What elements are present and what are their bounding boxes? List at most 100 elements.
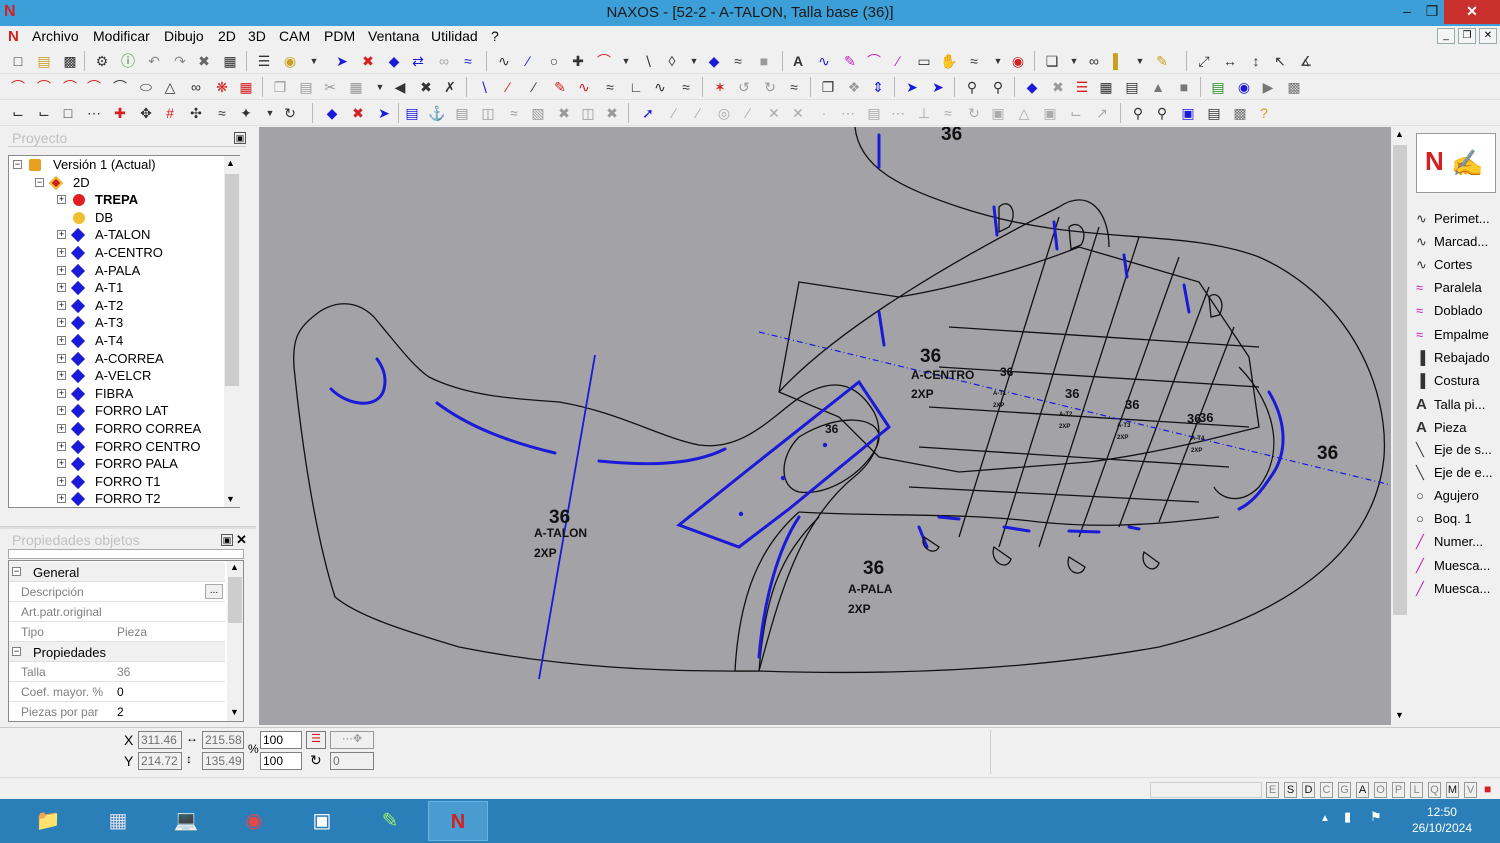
hash-icon[interactable]: # xyxy=(162,105,178,121)
arc-tool-5-icon[interactable]: ⌒ xyxy=(112,79,128,95)
arc-tool-2-icon[interactable]: ⌒ xyxy=(36,79,52,95)
dimension-diagonal-icon[interactable]: ⤢ xyxy=(1196,53,1212,69)
snap-dash-icon[interactable]: ⋯ xyxy=(890,105,906,121)
document-logo-icon[interactable]: N xyxy=(8,28,19,45)
status-flag-g[interactable]: G xyxy=(1338,782,1351,798)
tree-expander-icon[interactable]: + xyxy=(57,441,66,451)
calculator-icon[interactable]: ▦ xyxy=(88,801,148,841)
snap-angle-icon[interactable]: △ xyxy=(1016,105,1032,121)
y-coordinate-field[interactable]: 214.72 xyxy=(138,752,182,770)
tree-expander-icon[interactable]: + xyxy=(57,318,66,328)
zoom-window-icon[interactable]: ⚲ xyxy=(1130,105,1146,121)
pin-properties-icon[interactable]: ▣ xyxy=(221,534,233,546)
dropdown-arrow-icon[interactable]: ▼ xyxy=(618,53,634,69)
x-coordinate-field[interactable]: 311.46 xyxy=(138,731,182,749)
scroll-down-icon[interactable]: ▼ xyxy=(230,707,239,717)
scroll-thumb[interactable] xyxy=(1393,145,1407,615)
canvas-scrollbar[interactable]: ▲ ▼ xyxy=(1392,127,1408,725)
piezas-row[interactable]: Piezas por par 2 xyxy=(9,702,225,721)
snap-corner-icon[interactable]: ⌙ xyxy=(1068,105,1084,121)
snap-circle-icon[interactable]: ◎ xyxy=(716,105,732,121)
mirror-icon[interactable]: ⇄ xyxy=(410,53,426,69)
vertex-icon[interactable]: ◆ xyxy=(706,53,722,69)
status-flag-v[interactable]: V xyxy=(1464,782,1477,798)
right-tool-item[interactable]: ∿ Marcad... xyxy=(1416,234,1488,254)
rectangle-icon[interactable]: ▭ xyxy=(916,53,932,69)
tree-expander-icon[interactable]: + xyxy=(57,406,66,416)
view-icon[interactable]: ▶ xyxy=(1260,79,1276,95)
align-icon[interactable]: ◀ xyxy=(392,79,408,95)
new-file-icon[interactable]: □ xyxy=(10,53,26,69)
collapse-icon[interactable]: − xyxy=(12,567,21,576)
restore-button[interactable]: ❐ xyxy=(1422,0,1442,24)
piece-cut-icon[interactable]: ✖ xyxy=(1050,79,1066,95)
dropdown-arrow-icon[interactable]: ▼ xyxy=(1132,53,1148,69)
dimension-vertical-icon[interactable]: ↕ xyxy=(1248,53,1264,69)
right-tool-item[interactable]: ∿ Perimet... xyxy=(1416,211,1490,231)
fill-icon[interactable]: ■ xyxy=(756,53,772,69)
right-tool-item[interactable]: ≈ Doblado xyxy=(1416,303,1482,323)
tree-scrollbar[interactable]: ▲ ▼ xyxy=(224,156,240,507)
palette-icon[interactable]: ◉ xyxy=(282,53,298,69)
tree-expander-icon[interactable]: − xyxy=(13,160,22,169)
right-tool-item[interactable]: A Pieza xyxy=(1416,419,1467,439)
split-view-icon[interactable]: ◫ xyxy=(480,105,496,121)
fillet-icon[interactable]: ⌒ xyxy=(866,53,882,69)
deform-icon[interactable]: ≈ xyxy=(786,79,802,95)
menu-2d[interactable]: 2D xyxy=(218,28,236,44)
diagonal-icon[interactable]: ∖ xyxy=(640,53,656,69)
plot-icon[interactable]: ▤ xyxy=(1124,79,1140,95)
point-icon[interactable]: ◆ xyxy=(386,53,402,69)
clear-icon[interactable]: ✖ xyxy=(604,105,620,121)
tree-expander-icon[interactable]: + xyxy=(57,371,66,381)
coef-row[interactable]: Coef. mayor. % 0 xyxy=(9,682,225,702)
remove-icon[interactable]: ✖ xyxy=(360,53,376,69)
snap-line-icon[interactable]: ∕ xyxy=(666,105,682,121)
scale-x-field[interactable]: 100 xyxy=(260,731,302,749)
arc-tool-4-icon[interactable]: ⌒ xyxy=(86,79,102,95)
hatch-icon[interactable]: ▧ xyxy=(530,105,546,121)
tree-expander-icon[interactable]: + xyxy=(57,300,66,310)
node-icon[interactable]: ◊ xyxy=(664,53,680,69)
align-pieces-icon[interactable]: ◆ xyxy=(324,105,340,121)
highlight-icon[interactable]: ✎ xyxy=(1154,53,1170,69)
loop-icon[interactable]: ∞ xyxy=(188,79,204,95)
general-section[interactable]: − General xyxy=(9,562,225,582)
pin-icon[interactable]: ➚ xyxy=(640,105,656,121)
printer-icon[interactable]: ▩ xyxy=(1232,105,1248,121)
tree-expander-icon[interactable]: + xyxy=(57,388,66,398)
measure-icon[interactable]: ∞ xyxy=(436,53,452,69)
tree-expander-icon[interactable]: + xyxy=(57,265,66,275)
menu-ventana[interactable]: Ventana xyxy=(368,28,419,44)
clock[interactable]: 12:50 26/10/2024 xyxy=(1412,804,1472,836)
status-flag-d[interactable]: D xyxy=(1302,782,1315,798)
line-style-icon[interactable]: ☰ xyxy=(306,731,326,749)
right-tool-item[interactable]: ╲ Eje de e... xyxy=(1416,465,1493,485)
status-flag-c[interactable]: C xyxy=(1320,782,1333,798)
coef-value[interactable]: 0 xyxy=(117,685,124,699)
document-icon[interactable]: ▤ xyxy=(404,105,420,121)
undo-icon[interactable]: ↶ xyxy=(146,53,162,69)
tree-expander-icon[interactable]: + xyxy=(57,248,66,257)
snap-mid-icon[interactable]: ∕ xyxy=(740,105,756,121)
dimension-angle-icon[interactable]: ∡ xyxy=(1298,53,1314,69)
rotate-ccw-icon[interactable]: ↺ xyxy=(736,79,752,95)
step-icon[interactable]: ∟ xyxy=(628,79,644,95)
circle-icon[interactable]: ○ xyxy=(546,53,562,69)
right-tool-item[interactable]: ╱ Numer... xyxy=(1416,534,1483,554)
computer-icon[interactable]: 💻 xyxy=(156,801,216,841)
center-icon[interactable]: ✣ xyxy=(188,105,204,121)
shape-icon[interactable]: ▲ xyxy=(1150,79,1166,95)
talla-row[interactable]: Talla 36 xyxy=(9,662,225,682)
rotation-field[interactable]: 0 xyxy=(330,752,374,770)
talla-value[interactable]: 36 xyxy=(117,665,130,679)
scroll-up-icon[interactable]: ▲ xyxy=(230,562,239,572)
layers-icon[interactable]: ☰ xyxy=(256,53,272,69)
snap-intersect-icon[interactable]: ✕ xyxy=(766,105,782,121)
scroll-up-icon[interactable]: ▲ xyxy=(226,158,235,168)
snap-perpendicular-icon[interactable]: ⊥ xyxy=(916,105,932,121)
fillet-corner-icon[interactable]: ⌙ xyxy=(36,105,52,121)
right-tool-item[interactable]: ╱ Muesca... xyxy=(1416,581,1490,601)
snap-ruler-icon[interactable]: ▤ xyxy=(866,105,882,121)
text-icon[interactable]: A xyxy=(790,53,806,69)
